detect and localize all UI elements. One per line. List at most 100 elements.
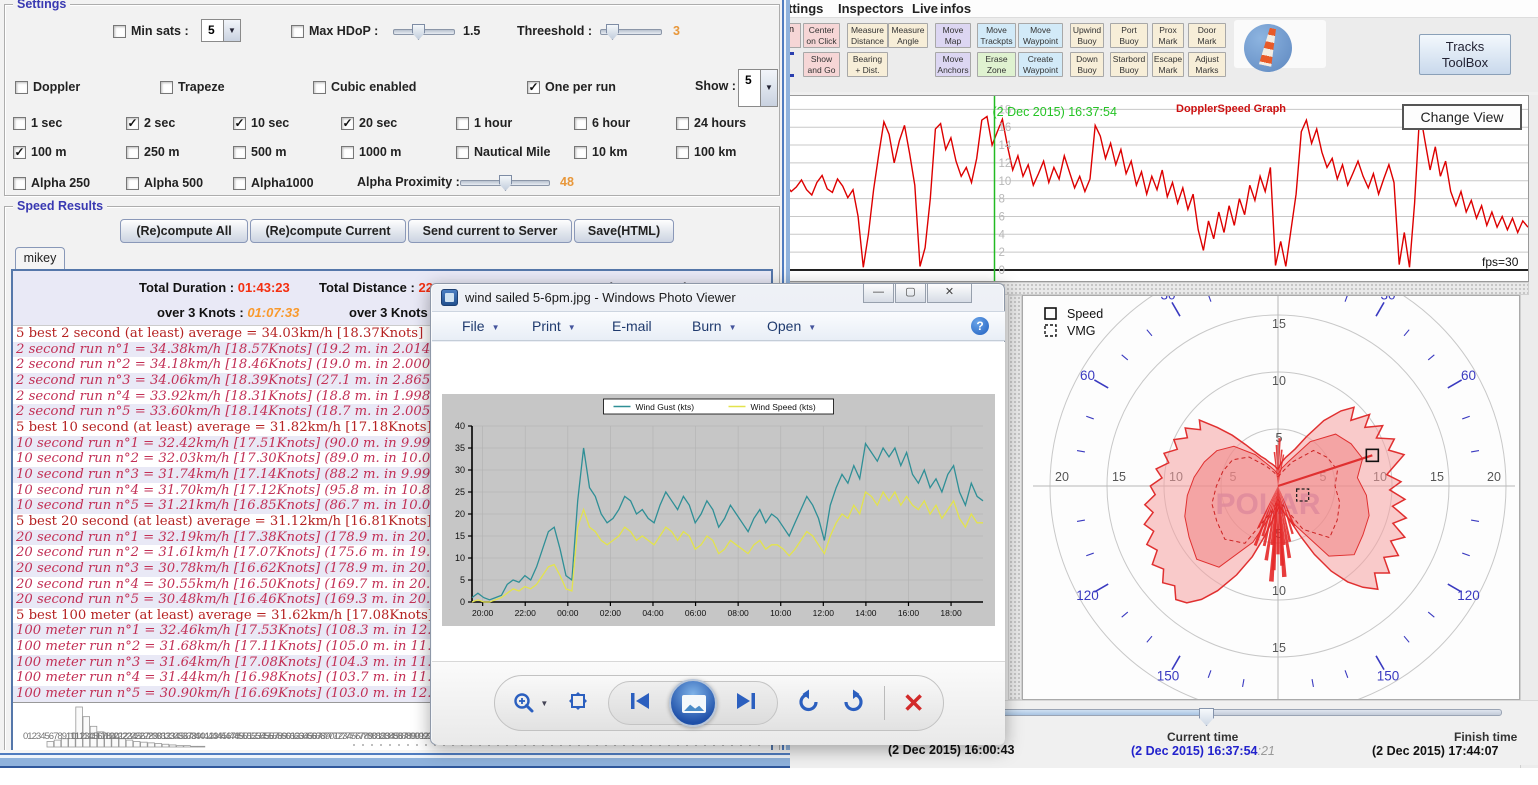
checkbox-box[interactable]: ✓ [341, 117, 354, 130]
menu-item-live[interactable]: Live [912, 1, 938, 16]
checkbox-box[interactable] [313, 81, 326, 94]
checkbox-box[interactable] [13, 117, 26, 130]
pv-menu-open[interactable]: Open▼ [767, 318, 816, 334]
toolbar-button-erase-zone[interactable]: EraseZone [977, 52, 1016, 77]
menu-item-inspectors[interactable]: Inspectors [838, 1, 904, 16]
checkbox-box[interactable] [126, 177, 139, 190]
toolbar-button-port-buoy[interactable]: PortBuoy [1110, 23, 1148, 48]
threshold-slider-thumb[interactable] [606, 24, 619, 40]
menu-item-ttings[interactable]: ttings [788, 1, 823, 16]
toolbar-button-measure-angle[interactable]: MeasureAngle [888, 23, 928, 48]
toolbar-button-prox-mark[interactable]: ProxMark [1152, 23, 1184, 48]
checkbox-box[interactable]: ✓ [233, 117, 246, 130]
checkbox-box[interactable] [574, 117, 587, 130]
pv-menu-print[interactable]: Print▼ [532, 318, 576, 334]
pv-menu-file[interactable]: File▼ [462, 318, 499, 334]
distance-checkbox-500-m[interactable]: 500 m [233, 144, 286, 160]
alpha-checkbox-alpha-500[interactable]: Alpha 500 [126, 175, 203, 191]
toolbar-button-bearing-dist-[interactable]: Bearing+ Dist. [847, 52, 888, 77]
max-hdop-checkbox-box[interactable] [291, 25, 304, 38]
time-checkbox-6-hour[interactable]: 6 hour [574, 115, 630, 131]
rotate-counterclockwise-icon[interactable] [796, 688, 822, 719]
threshold-slider[interactable] [600, 29, 662, 35]
min-sats-checkbox-box[interactable] [113, 25, 126, 38]
zoom-icon[interactable]: ▼ [512, 691, 548, 715]
toolbar-button-door-mark[interactable]: DoorMark [1188, 23, 1226, 48]
results-button-1[interactable]: (Re)compute Current [250, 219, 406, 243]
checkbox-box[interactable]: ✓ [527, 81, 540, 94]
menu-item-infos[interactable]: infos [940, 1, 971, 16]
toolbar-button-upwind-buoy[interactable]: UpwindBuoy [1070, 23, 1104, 48]
pv-menu-e-mail[interactable]: E-mail [612, 318, 652, 334]
toolbar-button-starbord-buoy[interactable]: StarbordBuoy [1110, 52, 1148, 77]
polar-chart[interactable]: 3030606012012015015055101015155510101515… [1023, 296, 1519, 699]
minimize-button[interactable]: — [863, 284, 894, 303]
vertical-splitter[interactable] [1008, 295, 1022, 700]
checkbox-box[interactable] [15, 81, 28, 94]
checkbox-box[interactable] [126, 146, 139, 159]
time-checkbox-1-hour[interactable]: 1 hour [456, 115, 512, 131]
toolbar-button-escape-mark[interactable]: EscapeMark [1152, 52, 1184, 77]
option-checkbox-cubic-enabled[interactable]: Cubic enabled [313, 79, 416, 95]
max-hdop-checkbox[interactable]: Max HDoP : [291, 23, 378, 39]
checkbox-box[interactable] [233, 146, 246, 159]
toolbar-button-show-and-go[interactable]: Showand Go [803, 52, 840, 77]
checkbox-box[interactable] [456, 146, 469, 159]
checkbox-box[interactable] [160, 81, 173, 94]
tab-mikey[interactable]: mikey [15, 247, 65, 270]
rotate-clockwise-icon[interactable] [840, 688, 866, 719]
toolbar-button-adjust-marks[interactable]: AdjustMarks [1188, 52, 1226, 77]
min-sats-checkbox[interactable]: Min sats : [113, 23, 189, 39]
toolbar-button-measure-distance[interactable]: MeasureDistance [847, 23, 888, 48]
checkbox-box[interactable] [13, 177, 26, 190]
checkbox-box[interactable]: ✓ [13, 146, 26, 159]
checkbox-box[interactable] [456, 117, 469, 130]
distance-checkbox-1000-m[interactable]: 1000 m [341, 144, 401, 160]
toolbar-button-move-waypoint[interactable]: MoveWaypoint [1018, 23, 1063, 48]
previous-icon[interactable] [627, 690, 653, 717]
change-view-button[interactable]: Change View [1402, 104, 1522, 130]
distance-checkbox-10-km[interactable]: 10 km [574, 144, 627, 160]
alpha-checkbox-alpha-250[interactable]: Alpha 250 [13, 175, 90, 191]
time-slider-thumb[interactable] [1199, 708, 1214, 726]
toolbar-button-move-map[interactable]: MoveMap [935, 23, 971, 48]
results-button-0[interactable]: (Re)compute All [120, 219, 248, 243]
next-icon[interactable] [733, 690, 759, 717]
time-checkbox-20-sec[interactable]: ✓20 sec [341, 115, 397, 131]
play-slideshow-button[interactable] [669, 679, 717, 727]
time-checkbox-24-hours[interactable]: 24 hours [676, 115, 746, 131]
results-button-2[interactable]: Send current to Server [408, 219, 572, 243]
maximize-button[interactable]: ▢ [895, 284, 926, 303]
min-sats-select[interactable]: 5 ▼ [201, 19, 241, 42]
option-checkbox-one-per-run[interactable]: ✓One per run [527, 79, 616, 95]
checkbox-box[interactable] [676, 117, 689, 130]
checkbox-box[interactable] [341, 146, 354, 159]
close-button[interactable]: ✕ [927, 284, 972, 303]
toolbar-button-down-buoy[interactable]: DownBuoy [1070, 52, 1104, 77]
toolbar-button-center-on-click[interactable]: Centeron Click [803, 23, 840, 48]
delete-icon[interactable]: ✕ [903, 690, 925, 716]
alpha-checkbox-alpha1000[interactable]: Alpha1000 [233, 175, 314, 191]
option-checkbox-trapeze[interactable]: Trapeze [160, 79, 225, 95]
option-checkbox-doppler[interactable]: Doppler [15, 79, 80, 95]
alpha-proximity-slider[interactable] [460, 180, 550, 186]
min-sats-dropdown-icon[interactable]: ▼ [223, 20, 240, 41]
help-icon[interactable]: ? [971, 317, 989, 335]
checkbox-box[interactable]: ✓ [126, 117, 139, 130]
tracks-toolbox-button[interactable]: Tracks ToolBox [1419, 34, 1511, 75]
checkbox-box[interactable] [233, 177, 246, 190]
toolbar-button-move-trackpts[interactable]: MoveTrackpts [977, 23, 1016, 48]
pv-menu-burn[interactable]: Burn▼ [692, 318, 737, 334]
time-checkbox-2-sec[interactable]: ✓2 sec [126, 115, 175, 131]
distance-checkbox-nautical-mile[interactable]: Nautical Mile [456, 144, 550, 160]
toolbar-button-create-waypoint[interactable]: CreateWaypoint [1018, 52, 1063, 77]
time-checkbox-10-sec[interactable]: ✓10 sec [233, 115, 289, 131]
distance-checkbox-100-km[interactable]: 100 km [676, 144, 736, 160]
distance-checkbox-250-m[interactable]: 250 m [126, 144, 179, 160]
distance-checkbox-100-m[interactable]: ✓100 m [13, 144, 66, 160]
checkbox-box[interactable] [574, 146, 587, 159]
max-hdop-slider[interactable] [393, 29, 455, 35]
alpha-proximity-slider-thumb[interactable] [499, 175, 512, 191]
results-button-3[interactable]: Save(HTML) [574, 219, 674, 243]
photo-viewer-titlebar[interactable]: wind sailed 5-6pm.jpg - Windows Photo Vi… [431, 284, 1004, 311]
